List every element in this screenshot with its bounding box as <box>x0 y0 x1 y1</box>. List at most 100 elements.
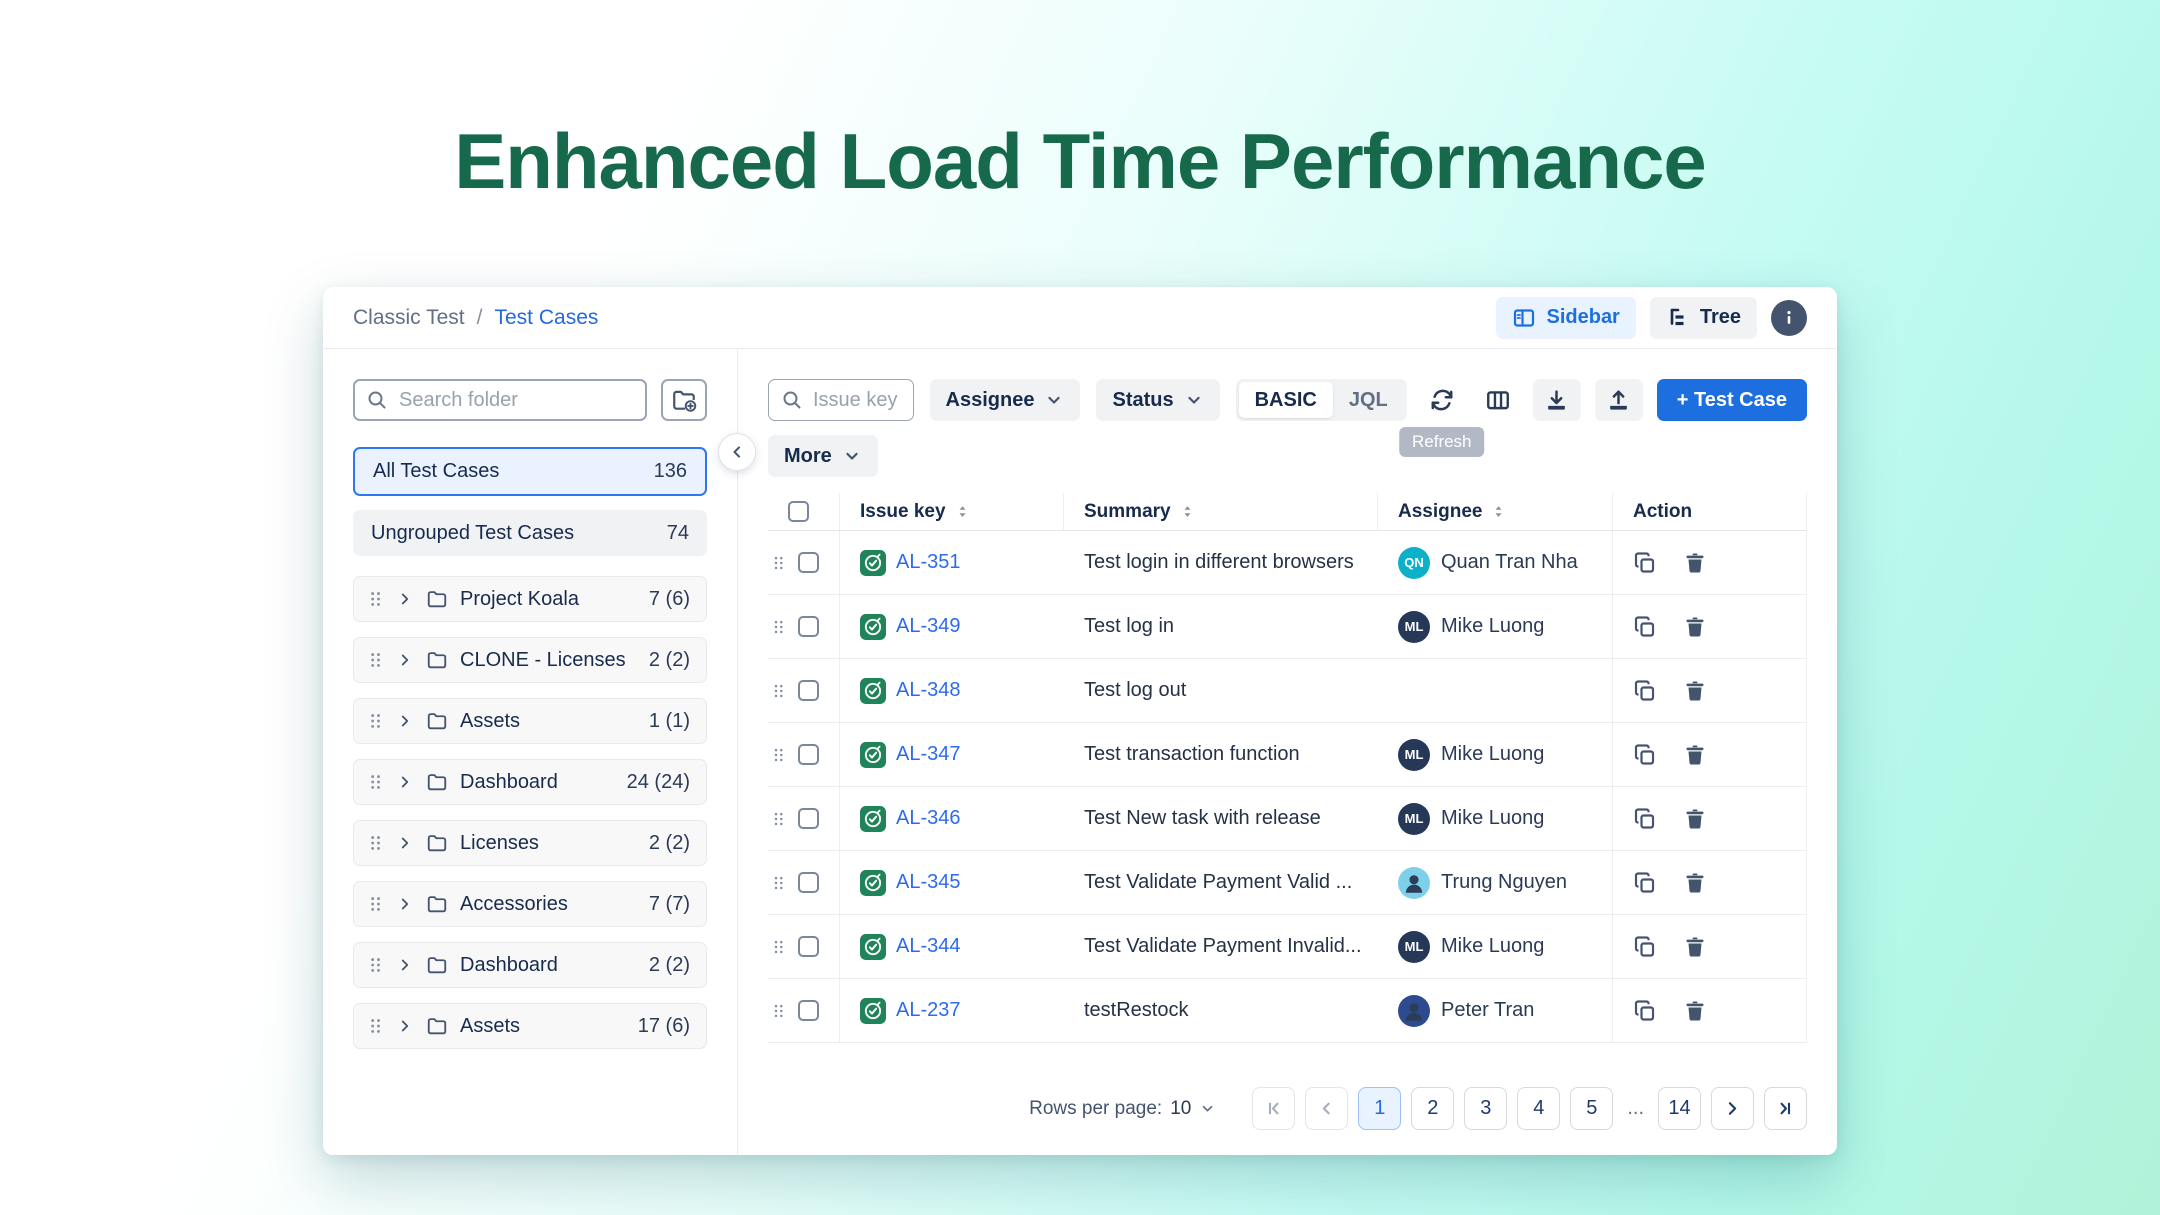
add-test-case-button[interactable]: + Test Case <box>1657 379 1807 421</box>
issue-key-link[interactable]: AL-351 <box>896 551 961 574</box>
row-checkbox[interactable] <box>798 1000 819 1021</box>
row-checkbox[interactable] <box>798 744 819 765</box>
sort-icon[interactable] <box>954 503 971 520</box>
drag-handle-icon[interactable] <box>770 999 788 1023</box>
summary-text[interactable]: Test log in <box>1084 615 1174 638</box>
clone-button[interactable] <box>1633 551 1657 575</box>
issue-key-link[interactable]: AL-346 <box>896 807 961 830</box>
folder-item[interactable]: Dashboard 2 (2) <box>353 942 707 988</box>
folder-item[interactable]: Dashboard 24 (24) <box>353 759 707 805</box>
page-button-1[interactable]: 1 <box>1358 1087 1401 1130</box>
row-checkbox[interactable] <box>798 616 819 637</box>
drag-handle-icon[interactable] <box>366 1014 386 1038</box>
clone-button[interactable] <box>1633 935 1657 959</box>
folder-item[interactable]: Assets 17 (6) <box>353 1003 707 1049</box>
issue-key-link[interactable]: AL-345 <box>896 871 961 894</box>
folder-item[interactable]: Licenses 2 (2) <box>353 820 707 866</box>
folder-search-input[interactable] <box>353 379 647 421</box>
drag-handle-icon[interactable] <box>366 648 386 672</box>
page-button-5[interactable]: 5 <box>1570 1087 1613 1130</box>
row-checkbox[interactable] <box>798 808 819 829</box>
drag-handle-icon[interactable] <box>366 709 386 733</box>
delete-button[interactable] <box>1683 679 1707 703</box>
folder-item[interactable]: Assets 1 (1) <box>353 698 707 744</box>
folder-item[interactable]: CLONE - Licenses 2 (2) <box>353 637 707 683</box>
chevron-right-icon[interactable] <box>396 834 414 852</box>
breadcrumb-current-link[interactable]: Test Cases <box>495 306 599 330</box>
select-all-checkbox[interactable] <box>788 501 809 522</box>
chevron-right-icon[interactable] <box>396 651 414 669</box>
sidebar-item-all-test-cases[interactable]: All Test Cases 136 <box>353 447 707 496</box>
collapse-sidebar-button[interactable] <box>718 433 756 471</box>
summary-text[interactable]: Test login in different browsers <box>1084 551 1354 574</box>
row-checkbox[interactable] <box>798 552 819 573</box>
column-header-issue-key[interactable]: Issue key <box>840 493 1064 530</box>
delete-button[interactable] <box>1683 871 1707 895</box>
sort-icon[interactable] <box>1490 503 1507 520</box>
chevron-right-icon[interactable] <box>396 895 414 913</box>
summary-text[interactable]: Test transaction function <box>1084 743 1300 766</box>
drag-handle-icon[interactable] <box>366 770 386 794</box>
clone-button[interactable] <box>1633 807 1657 831</box>
clone-button[interactable] <box>1633 679 1657 703</box>
clone-button[interactable] <box>1633 743 1657 767</box>
delete-button[interactable] <box>1683 935 1707 959</box>
summary-text[interactable]: Test log out <box>1084 679 1186 702</box>
summary-text[interactable]: Test New task with release <box>1084 807 1321 830</box>
page-button-2[interactable]: 2 <box>1411 1087 1454 1130</box>
page-button-14[interactable]: 14 <box>1658 1087 1701 1130</box>
tree-toggle-button[interactable]: Tree <box>1650 297 1757 339</box>
delete-button[interactable] <box>1683 743 1707 767</box>
rows-per-page-value[interactable]: 10 <box>1170 1098 1191 1120</box>
issue-key-link[interactable]: AL-237 <box>896 999 961 1022</box>
more-dropdown[interactable]: More <box>768 435 878 477</box>
row-checkbox[interactable] <box>798 872 819 893</box>
folder-item[interactable]: Accessories 7 (7) <box>353 881 707 927</box>
folder-item[interactable]: Project Koala 7 (6) <box>353 576 707 622</box>
manage-columns-button[interactable] <box>1477 379 1519 421</box>
clone-button[interactable] <box>1633 999 1657 1023</box>
drag-handle-icon[interactable] <box>366 831 386 855</box>
drag-handle-icon[interactable] <box>366 953 386 977</box>
row-checkbox[interactable] <box>798 680 819 701</box>
breadcrumb-project-link[interactable]: Classic Test <box>353 306 465 330</box>
row-checkbox[interactable] <box>798 936 819 957</box>
column-header-assignee[interactable]: Assignee <box>1378 493 1613 530</box>
basic-mode-tab[interactable]: BASIC <box>1239 382 1333 418</box>
drag-handle-icon[interactable] <box>366 587 386 611</box>
issue-key-link[interactable]: AL-348 <box>896 679 961 702</box>
status-filter-dropdown[interactable]: Status <box>1096 379 1219 421</box>
import-button[interactable] <box>1533 379 1581 421</box>
delete-button[interactable] <box>1683 999 1707 1023</box>
jql-mode-tab[interactable]: JQL <box>1333 382 1404 418</box>
sidebar-toggle-button[interactable]: Sidebar <box>1496 297 1635 339</box>
clone-button[interactable] <box>1633 871 1657 895</box>
summary-text[interactable]: Test Validate Payment Valid ... <box>1084 871 1352 894</box>
add-folder-button[interactable] <box>661 379 707 421</box>
prev-page-button[interactable] <box>1305 1087 1348 1130</box>
delete-button[interactable] <box>1683 807 1707 831</box>
chevron-right-icon[interactable] <box>396 956 414 974</box>
chevron-down-icon[interactable] <box>1199 1100 1216 1117</box>
drag-handle-icon[interactable] <box>770 807 788 831</box>
summary-text[interactable]: testRestock <box>1084 999 1188 1022</box>
issue-key-link[interactable]: AL-347 <box>896 743 961 766</box>
drag-handle-icon[interactable] <box>770 871 788 895</box>
next-page-button[interactable] <box>1711 1087 1754 1130</box>
page-button-3[interactable]: 3 <box>1464 1087 1507 1130</box>
drag-handle-icon[interactable] <box>770 743 788 767</box>
sidebar-item-ungrouped-test-cases[interactable]: Ungrouped Test Cases 74 <box>353 510 707 556</box>
chevron-right-icon[interactable] <box>396 773 414 791</box>
drag-handle-icon[interactable] <box>770 679 788 703</box>
drag-handle-icon[interactable] <box>366 892 386 916</box>
drag-handle-icon[interactable] <box>770 935 788 959</box>
delete-button[interactable] <box>1683 551 1707 575</box>
drag-handle-icon[interactable] <box>770 551 788 575</box>
column-header-summary[interactable]: Summary <box>1064 493 1378 530</box>
delete-button[interactable] <box>1683 615 1707 639</box>
drag-handle-icon[interactable] <box>770 615 788 639</box>
chevron-right-icon[interactable] <box>396 590 414 608</box>
page-button-4[interactable]: 4 <box>1517 1087 1560 1130</box>
last-page-button[interactable] <box>1764 1087 1807 1130</box>
sort-icon[interactable] <box>1179 503 1196 520</box>
